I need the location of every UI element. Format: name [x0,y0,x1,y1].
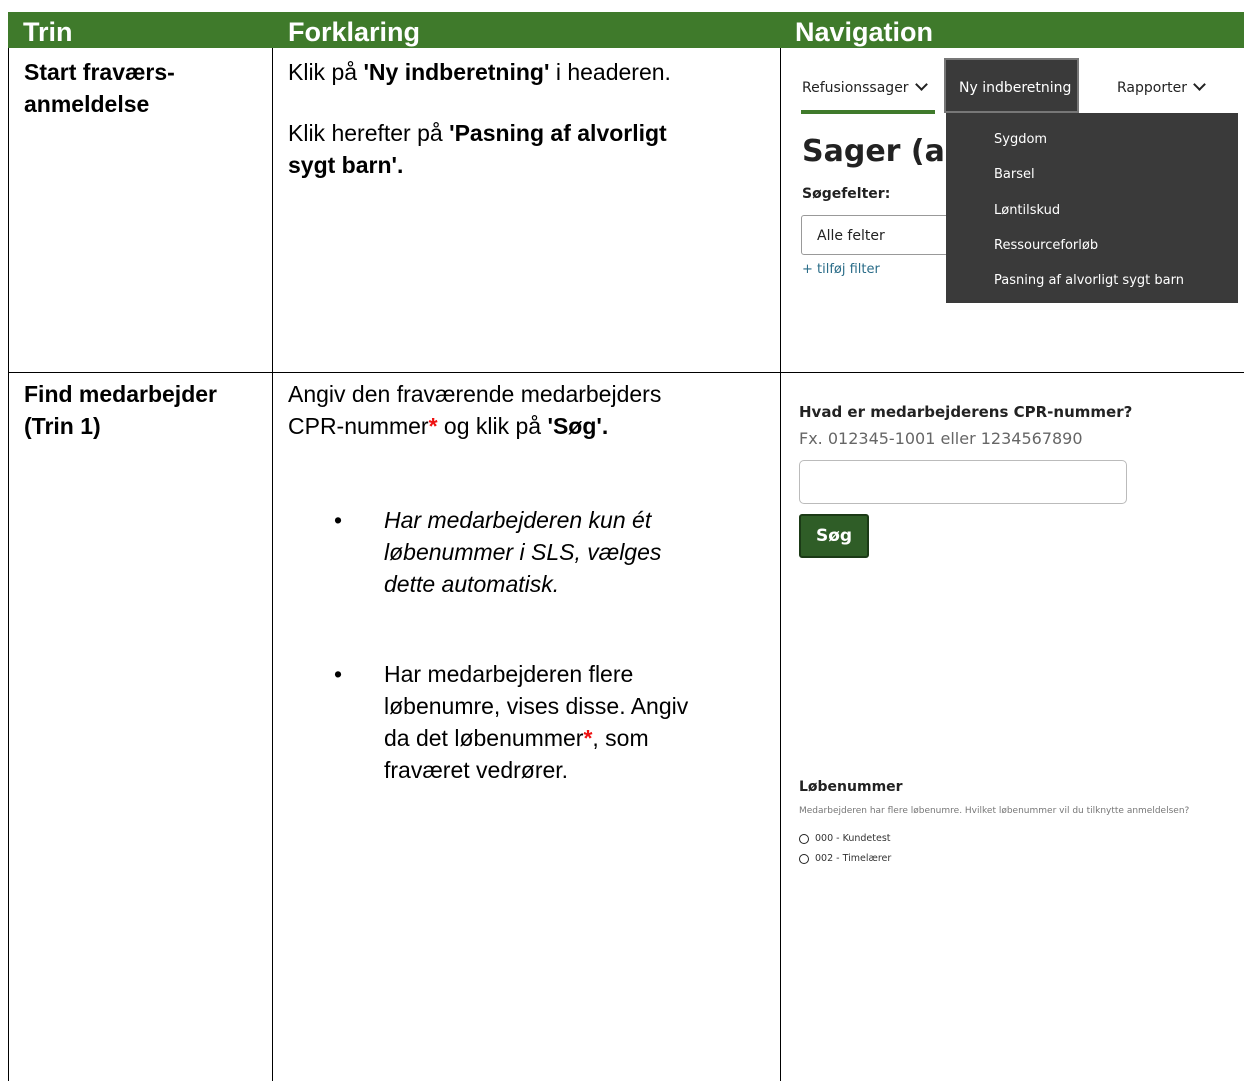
tab-refusionssager[interactable]: Refusionssager [802,58,928,114]
text: dette automatisk. [384,571,560,597]
row2-trin: Find medarbejder (Trin 1) [24,378,217,442]
row2-trin-line2: (Trin 1) [24,413,101,439]
menu-item-sygdom[interactable]: Sygdom [994,132,1047,147]
grid-line [8,48,9,1081]
text: CPR-nummer [288,413,429,439]
grid-line [272,48,273,1081]
text: fraværet vedrører. [384,757,569,783]
text: , som [592,725,649,751]
text-bold: 'Pasning af alvorligt [449,120,667,146]
header-navigation: Navigation [795,17,934,47]
text: Angiv den fraværende medarbejders [288,381,662,407]
tab-label: Rapporter [1117,80,1187,96]
lobenummer-option[interactable]: 000 - Kundetest [799,833,891,844]
bullet1-text: Har medarbejderen kun ét løbenummer i SL… [384,504,661,600]
option-label: 002 - Timelærer [815,853,892,864]
chevron-down-icon [914,78,928,91]
tab-rapporter[interactable]: Rapporter [1117,58,1206,114]
required-asterisk: * [428,413,438,439]
text: Har medarbejderen kun ét [384,507,652,533]
lobenummer-description: Medarbejderen har flere løbenumre. Hvilk… [799,806,1190,816]
radio-icon[interactable] [799,853,809,864]
radio-icon[interactable] [799,833,809,844]
chevron-down-icon [1193,78,1206,91]
cpr-hint: Fx. 012345-1001 eller 1234567890 [799,429,1083,448]
table-header-row: Trin Forklaring Navigation [8,12,1244,48]
tab-label: Refusionssager [802,80,909,96]
text: løbenummer i SLS, vælges [384,539,662,565]
text: Klik på [288,59,364,85]
text: da det løbenummer [384,725,584,751]
row1-trin-line2: anmeldelse [24,91,150,117]
search-fields-label: Søgefelter: [802,186,891,202]
lobenummer-title: Løbenummer [799,779,903,795]
header-forklaring: Forklaring [288,17,421,47]
text: løbenumre, vises disse. Angiv [384,693,689,719]
text-bold: 'Ny indberetning' [363,59,550,85]
grid-line [8,372,1244,373]
row1-forklaring-p1: Klik på 'Ny indberetning' i headeren. [288,56,671,88]
row1-forklaring-p2: Klik herefter på 'Pasning af alvorligt s… [288,117,667,181]
text-bold: sygt barn'. [288,152,404,178]
row1-trin: Start fraværs- anmeldelse [24,56,175,120]
search-button[interactable]: Søg [799,514,869,558]
menu-item-lontilskud[interactable]: Løntilskud [994,203,1060,218]
bullet-marker: • [334,507,343,533]
row2-forklaring-p1: Angiv den fraværende medarbejders CPR-nu… [288,378,661,442]
nav-screenshot-header-menu: Refusionssager Ny indberetning Rapporter… [781,58,1244,348]
row1-trin-line1: Start fraværs- [24,59,175,85]
text: i headeren. [549,59,671,85]
cpr-question: Hvad er medarbejderens CPR-nummer? [799,403,1133,421]
ny-indberetning-dropdown: Sygdom Barsel Løntilskud Ressourceforløb… [946,113,1238,303]
active-tab-indicator [801,110,935,114]
add-filter-link[interactable]: + tilføj filter [802,262,880,277]
text: Har medarbejderen flere [384,661,634,687]
bullet2-text: Har medarbejderen flere løbenumre, vises… [384,658,688,786]
menu-item-barsel[interactable]: Barsel [994,167,1035,182]
cpr-input[interactable] [799,460,1127,504]
row2-trin-line1: Find medarbejder [24,381,217,407]
text: Klik herefter på [288,120,450,146]
text-bold: 'Søg'. [547,413,609,439]
text: og klik på [437,413,548,439]
option-label: 000 - Kundetest [815,833,891,844]
nav-screenshot-find-medarbejder: Hvad er medarbejderens CPR-nummer? Fx. 0… [781,388,1244,1081]
bullet-marker: • [334,661,343,687]
menu-item-ressourceforlob[interactable]: Ressourceforløb [994,238,1098,253]
header-trin: Trin [23,17,73,47]
lobenummer-option[interactable]: 002 - Timelærer [799,853,891,864]
menu-item-pasning-af-alvorligt-sygt-barn[interactable]: Pasning af alvorligt sygt barn [994,273,1184,288]
tab-label: Ny indberetning [959,80,1072,96]
tab-ny-indberetning[interactable]: Ny indberetning [944,58,1079,147]
